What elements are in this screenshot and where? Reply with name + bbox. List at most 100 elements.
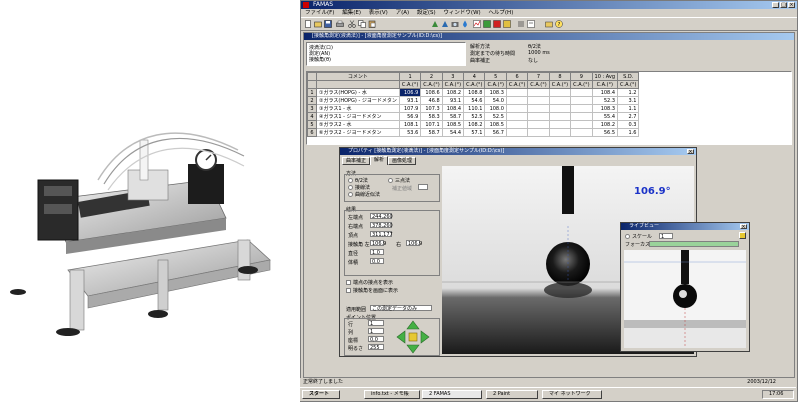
- table-cell[interactable]: [505, 88, 529, 97]
- table-cell[interactable]: 56.5: [591, 128, 619, 137]
- save-icon[interactable]: [324, 20, 332, 28]
- open-icon[interactable]: [314, 20, 322, 28]
- point-value[interactable]: 1: [368, 320, 384, 327]
- method-three-point-radio[interactable]: [388, 178, 393, 183]
- nav-down-icon[interactable]: [406, 344, 420, 354]
- table-cell[interactable]: 110.1: [463, 104, 486, 113]
- menu-a[interactable]: ア(A): [396, 10, 410, 16]
- table-cell[interactable]: 1.2: [617, 88, 640, 97]
- table-cell[interactable]: 3.1: [617, 96, 640, 105]
- table-cell[interactable]: 55.4: [591, 112, 619, 121]
- range-field[interactable]: [418, 184, 428, 190]
- row-comment[interactable]: ⑥ガラス2 - ジヨードメタン: [316, 128, 400, 137]
- table-cell[interactable]: 93.1: [398, 96, 422, 105]
- measure-icon[interactable]: [431, 20, 439, 28]
- task-network[interactable]: マイ ネットワーク: [542, 390, 602, 399]
- table-cell[interactable]: 107.9: [398, 104, 422, 113]
- table-cell[interactable]: 53.6: [398, 128, 422, 137]
- row-comment[interactable]: ②ガラス(HOPG) - ジヨードメタン: [316, 96, 400, 105]
- method-tangent-radio[interactable]: [348, 185, 353, 190]
- table-cell[interactable]: [570, 96, 593, 105]
- table-cell[interactable]: [548, 120, 572, 129]
- table-cell[interactable]: 108.2: [591, 120, 619, 129]
- tab-analysis[interactable]: 解析: [370, 156, 388, 165]
- table-cell[interactable]: 108.3: [591, 104, 619, 113]
- paste-icon[interactable]: [368, 20, 376, 28]
- table-cell[interactable]: 108.2: [441, 88, 465, 97]
- table-cell[interactable]: 107.3: [420, 104, 443, 113]
- table-cell[interactable]: 0.3: [617, 120, 640, 129]
- row-comment[interactable]: ①ガラス(HOPG) - 水: [316, 88, 400, 97]
- condition-tree[interactable]: 液滴法(ロ) 測定(AN) 接触角(θ): [306, 42, 466, 66]
- table-cell[interactable]: 46.8: [420, 96, 443, 105]
- table-cell[interactable]: 52.3: [591, 96, 619, 105]
- menu-window[interactable]: ウィンドウ(W): [443, 10, 480, 16]
- table-cell[interactable]: [570, 120, 593, 129]
- table-cell[interactable]: 58.3: [420, 112, 443, 121]
- table-cell[interactable]: 58.7: [441, 112, 465, 121]
- result-value[interactable]: 311,177: [370, 231, 393, 238]
- menu-file[interactable]: ファイル(F): [305, 10, 334, 16]
- table-cell[interactable]: 93.1: [441, 96, 465, 105]
- table-cell[interactable]: 57.1: [463, 128, 486, 137]
- table-cell[interactable]: [505, 120, 529, 129]
- scale-select[interactable]: 1: [659, 233, 673, 240]
- contact-angle-right-field[interactable]: 106.9: [406, 240, 422, 247]
- maximize-button[interactable]: □: [780, 2, 787, 8]
- result-value[interactable]: 244,260: [370, 213, 393, 220]
- nav-right-icon[interactable]: [420, 330, 430, 344]
- nav-up-icon[interactable]: [406, 320, 420, 330]
- table-cell[interactable]: 108.8: [463, 88, 486, 97]
- table-cell[interactable]: 107.1: [420, 120, 443, 129]
- table-cell[interactable]: 56.7: [484, 128, 507, 137]
- table-cell[interactable]: [505, 128, 529, 137]
- menu-help[interactable]: ヘルプ(H): [488, 10, 513, 16]
- live-view-close-button[interactable]: ×: [740, 224, 747, 230]
- table-cell[interactable]: 108.5: [441, 120, 465, 129]
- table-cell[interactable]: [527, 88, 550, 97]
- report-icon[interactable]: [503, 20, 511, 28]
- table-cell[interactable]: 108.3: [484, 88, 507, 97]
- row-comment[interactable]: ⑤ガラス2 - 水: [316, 120, 400, 129]
- table-cell[interactable]: 54.6: [463, 96, 486, 105]
- table-cell[interactable]: 54.4: [441, 128, 465, 137]
- table-cell[interactable]: 54.0: [484, 96, 507, 105]
- tab-curvature[interactable]: 曲率補正: [342, 157, 370, 165]
- task-paint[interactable]: 2 Paint: [486, 390, 538, 399]
- table-cell[interactable]: [505, 112, 529, 121]
- table-cell[interactable]: 108.6: [420, 88, 443, 97]
- analyze-icon[interactable]: [441, 20, 449, 28]
- task-famas[interactable]: 2 FAMAS: [422, 390, 482, 399]
- table-cell[interactable]: 56.9: [398, 112, 422, 121]
- list-icon[interactable]: [517, 20, 525, 28]
- row-comment[interactable]: ④ガラス1 - ジヨードメタン: [316, 112, 400, 121]
- table-row[interactable]: 3 ③ガラス1 - 水 107.9 107.3 108.4 110.1 108.0 108.3…: [307, 104, 640, 113]
- menu-view[interactable]: 表示(V): [369, 10, 388, 16]
- contact-angle-left-field[interactable]: 106.9: [370, 240, 386, 247]
- method-curve-fit-radio[interactable]: [348, 192, 353, 197]
- new-icon[interactable]: [304, 20, 312, 28]
- drop-icon[interactable]: [461, 20, 469, 28]
- method-half-angle-radio[interactable]: [348, 178, 353, 183]
- table-cell[interactable]: 58.7: [420, 128, 443, 137]
- nav-left-icon[interactable]: [396, 330, 406, 344]
- dialog-close-button[interactable]: ×: [687, 149, 694, 155]
- row-comment[interactable]: ③ガラス1 - 水: [316, 104, 400, 113]
- point-value[interactable]: 0,0: [368, 336, 384, 343]
- point-value[interactable]: 255: [368, 344, 384, 351]
- print-icon[interactable]: [336, 20, 344, 28]
- table-row[interactable]: 1 ①ガラス(HOPG) - 水 106.9 108.6 108.2 108.8 108.3…: [307, 88, 640, 97]
- table-cell[interactable]: 52.5: [484, 112, 507, 121]
- table-cell[interactable]: [527, 104, 550, 113]
- properties-icon[interactable]: [527, 20, 535, 28]
- table-cell[interactable]: [527, 120, 550, 129]
- folder-icon[interactable]: [545, 20, 553, 28]
- show-endpoints-checkbox[interactable]: [346, 280, 351, 285]
- table-cell[interactable]: [548, 128, 572, 137]
- nav-center-icon[interactable]: [408, 332, 418, 342]
- scale-radio[interactable]: [625, 234, 630, 239]
- table-row[interactable]: 4 ④ガラス1 - ジヨードメタン 56.9 58.3 58.7 52.5 52.5 55.4…: [307, 112, 640, 121]
- table-icon[interactable]: [483, 20, 491, 28]
- result-value[interactable]: 1.0: [370, 249, 384, 256]
- table-cell[interactable]: [548, 96, 572, 105]
